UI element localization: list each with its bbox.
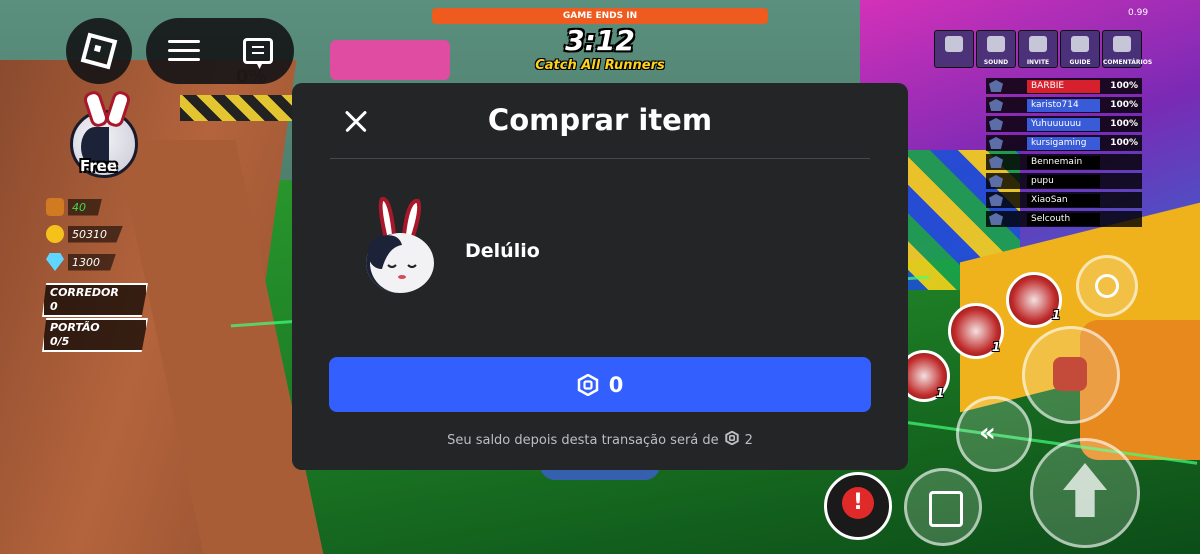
- comments-button[interactable]: COMENTÁRIOS: [1102, 30, 1153, 68]
- skill-count: 1: [1052, 308, 1061, 322]
- fps-readout: 0.99: [1128, 8, 1149, 18]
- free-label: Free: [80, 157, 118, 175]
- gate-counter-title: PORTÃO: [50, 321, 100, 334]
- character-button[interactable]: [934, 30, 974, 68]
- bunny-head-icon: [366, 197, 434, 293]
- item-thumbnail: [364, 195, 436, 293]
- skill-count: 1: [936, 386, 945, 400]
- leaderboard-row: kursigaming 100%: [986, 135, 1142, 151]
- speaker-icon: [987, 36, 1005, 52]
- leaderboard-percent: 100%: [1110, 119, 1138, 129]
- rank-shield-icon: [989, 80, 1003, 92]
- alert-button[interactable]: !: [824, 472, 892, 540]
- leaderboard-player-name: karisto714: [1027, 98, 1100, 112]
- timer-objective: Catch All Runners: [535, 58, 665, 73]
- chat-icon[interactable]: [242, 38, 273, 64]
- buy-button[interactable]: 0: [329, 357, 871, 412]
- stat-value: 40: [68, 198, 102, 216]
- background-hazard-stripe: [180, 95, 300, 121]
- leaderboard-player-name: XiaoSan: [1027, 193, 1100, 207]
- rank-shield-icon: [989, 137, 1003, 149]
- leaderboard-row: pupu: [986, 173, 1142, 189]
- roblox-menu-button[interactable]: [66, 18, 132, 84]
- stat-carrots: 40: [46, 198, 102, 216]
- leaderboard-player-name: pupu: [1027, 174, 1100, 188]
- sound-label: SOUND: [983, 59, 1009, 66]
- game-timer-bar: GAME ENDS IN: [432, 8, 768, 24]
- stat-gems: 1300: [46, 253, 116, 271]
- jump-button[interactable]: [1030, 438, 1140, 548]
- character-icon: [945, 36, 963, 52]
- leaderboard-player-name: Yuhuuuuuu: [1027, 117, 1100, 131]
- leaderboard-percent: 100%: [1110, 100, 1138, 110]
- leaderboard-row: karisto714 100%: [986, 97, 1142, 113]
- arrow-up-icon: [1063, 463, 1107, 517]
- runner-checklist-icon: [929, 491, 963, 527]
- dialog-divider: [330, 158, 870, 159]
- rank-shield-icon: [989, 118, 1003, 130]
- invite-icon: [1029, 36, 1047, 52]
- balance-text: Seu saldo depois desta transação será de: [447, 432, 719, 448]
- crosshair-icon: [1095, 274, 1119, 298]
- mail-icon: [1113, 36, 1131, 52]
- dialog-title: Comprar item: [487, 103, 713, 137]
- leaderboard-player-name: Bennemain: [1027, 155, 1100, 169]
- leaderboard-player-name: kursigaming: [1027, 136, 1100, 150]
- double-chevron-left-icon: «: [979, 418, 996, 448]
- runner-counter-title: CORREDOR: [50, 286, 119, 299]
- runner-counter-value: 0: [50, 300, 58, 313]
- sprint-back-button[interactable]: «: [956, 396, 1032, 472]
- rank-shield-icon: [989, 156, 1003, 168]
- gate-counter-value: 0/5: [50, 335, 70, 348]
- leaderboard-row: Bennemain: [986, 154, 1142, 170]
- robux-small-icon: [724, 430, 739, 449]
- runner-counter: CORREDOR 0: [42, 283, 148, 317]
- grab-button[interactable]: [1022, 326, 1120, 424]
- leaderboard-percent: 100%: [1110, 138, 1138, 148]
- coin-icon: [46, 225, 64, 243]
- timer-label: GAME ENDS IN: [562, 11, 638, 21]
- gem-icon: [46, 253, 64, 271]
- rank-shield-icon: [989, 175, 1003, 187]
- invite-button[interactable]: INVITE: [1018, 30, 1058, 68]
- leaderboard-row: XiaoSan: [986, 192, 1142, 208]
- guide-label: GUIDE: [1069, 59, 1091, 66]
- top-menu-pill: [146, 18, 294, 84]
- leaderboard-row: Yuhuuuuuu 100%: [986, 116, 1142, 132]
- leaderboard-row: Selcouth: [986, 211, 1142, 227]
- timer-time: 3:12: [565, 24, 635, 57]
- carrot-icon: [46, 198, 64, 216]
- leaderboard-player-name: Selcouth: [1027, 212, 1100, 226]
- fist-icon: [1053, 357, 1087, 391]
- leaderboard-percent: 100%: [1110, 81, 1138, 91]
- invite-label: INVITE: [1026, 59, 1050, 66]
- comments-label: COMENTÁRIOS: [1103, 59, 1153, 66]
- skill-count: 1: [992, 340, 1001, 354]
- guide-button[interactable]: GUIDE: [1060, 30, 1100, 68]
- leaderboard-row: BARBIE 100%: [986, 78, 1142, 94]
- rank-shield-icon: [989, 99, 1003, 111]
- background-pink-platform: [330, 40, 450, 80]
- guide-icon: [1071, 36, 1089, 52]
- rank-shield-icon: [989, 213, 1003, 225]
- alert-icon: !: [842, 487, 874, 519]
- emote-run-button[interactable]: [904, 468, 982, 546]
- stat-coins: 50310: [46, 225, 123, 243]
- stat-value: 1300: [68, 253, 116, 271]
- hamburger-menu-icon[interactable]: [167, 40, 200, 62]
- rank-shield-icon: [989, 194, 1003, 206]
- aim-button[interactable]: [1076, 255, 1138, 317]
- robux-icon: [577, 373, 599, 396]
- roblox-logo-icon: [80, 32, 118, 70]
- balance-value: 2: [744, 432, 753, 448]
- buy-price: 0: [608, 372, 624, 397]
- gate-counter: PORTÃO 0/5: [42, 318, 148, 352]
- item-name: Delúlio: [465, 240, 540, 262]
- purchase-dialog: Comprar item Delúlio 0 Seu saldo depois …: [292, 83, 908, 470]
- stat-value: 50310: [68, 225, 123, 243]
- sound-button[interactable]: SOUND: [976, 30, 1016, 68]
- leaderboard-player-name: BARBIE: [1027, 79, 1100, 93]
- balance-note: Seu saldo depois desta transação será de…: [292, 430, 908, 449]
